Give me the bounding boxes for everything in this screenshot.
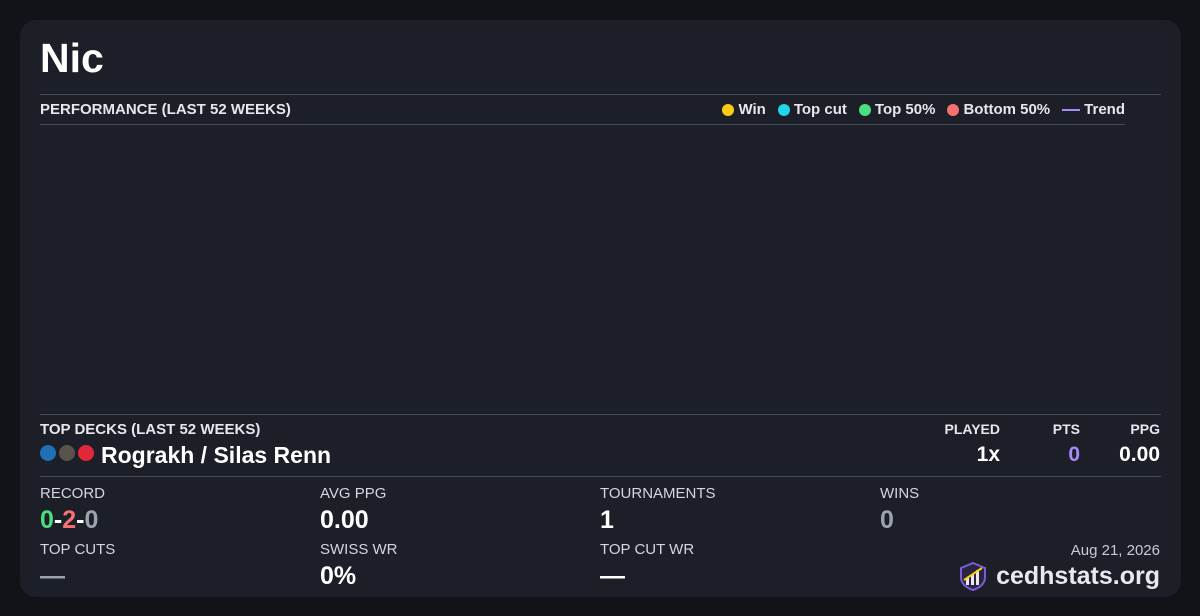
swiss-wr-label: SWISS WR [320, 541, 398, 558]
swiss-wr-value: 0% [320, 562, 357, 590]
deck-color-identity [40, 445, 94, 461]
record-value: 0-2-0 [40, 505, 98, 535]
played-column-header: PLAYED [944, 421, 1000, 437]
divider [40, 414, 1161, 415]
top-cuts-value: — [40, 562, 65, 590]
pts-column-header: PTS [1052, 421, 1080, 437]
brand-name[interactable]: cedhstats.org [996, 562, 1160, 591]
bar-chart-shield-icon [960, 561, 987, 591]
divider [40, 476, 1161, 477]
blue-mana-icon [40, 445, 56, 461]
legend-label: Trend [1084, 101, 1125, 118]
chart-legend: Win Top cut Top 50% Bottom 50% Trend [722, 101, 1125, 118]
legend-item-bottom-50: Bottom 50% [947, 101, 1050, 118]
generated-date: Aug 21, 2026 [1070, 542, 1160, 559]
brand[interactable]: cedhstats.org [958, 561, 1160, 591]
wins-value: 0 [880, 506, 894, 534]
top-cut-wr-value: — [600, 562, 625, 590]
legend-item-win: Win [722, 101, 766, 118]
player-card: Nic PERFORMANCE (LAST 52 WEEKS) Win Top … [20, 20, 1181, 597]
deck-pts: 0 [1068, 443, 1080, 466]
legend-item-top-50: Top 50% [858, 101, 936, 118]
record-label: RECORD [40, 485, 106, 502]
top-cuts-label: TOP CUTS [40, 541, 116, 558]
top-cut-dot-icon [777, 103, 790, 116]
record-wins: 0 [40, 506, 54, 534]
performance-label: PERFORMANCE (LAST 52 WEEKS) [40, 101, 291, 118]
bottom-50-dot-icon [947, 103, 960, 116]
wins-label: WINS [880, 485, 920, 502]
tournaments-value: 1 [600, 506, 614, 534]
red-mana-icon [78, 445, 94, 461]
legend-label: Win [738, 101, 766, 118]
tournaments-label: TOURNAMENTS [600, 485, 716, 502]
record-losses: 2 [62, 506, 77, 534]
avg-ppg-value: 0.00 [320, 506, 369, 534]
avg-ppg-label: AVG PPG [320, 485, 387, 502]
legend-label: Bottom 50% [963, 101, 1051, 118]
legend-label: Top 50% [874, 101, 936, 118]
deck-ppg: 0.00 [1119, 443, 1160, 466]
legend-label: Top cut [793, 101, 847, 118]
legend-item-trend: Trend [1062, 101, 1125, 118]
top-cut-wr-label: TOP CUT WR [600, 541, 695, 558]
performance-chart [40, 125, 1125, 413]
record-draws: 0 [84, 506, 99, 534]
ppg-column-header: PPG [1130, 421, 1160, 437]
top-50-dot-icon [858, 103, 871, 116]
deck-played: 1x [976, 443, 1000, 466]
win-dot-icon [722, 103, 735, 116]
top-decks-label: TOP DECKS (LAST 52 WEEKS) [40, 421, 261, 438]
divider [40, 94, 1161, 95]
record-separator: - [53, 506, 63, 534]
trend-line-icon [1062, 108, 1081, 111]
legend-item-top-cut: Top cut [777, 101, 847, 118]
player-name: Nic [40, 35, 104, 81]
deck-name-link[interactable]: Rograkh / Silas Renn [101, 440, 331, 470]
black-mana-icon [59, 445, 75, 461]
